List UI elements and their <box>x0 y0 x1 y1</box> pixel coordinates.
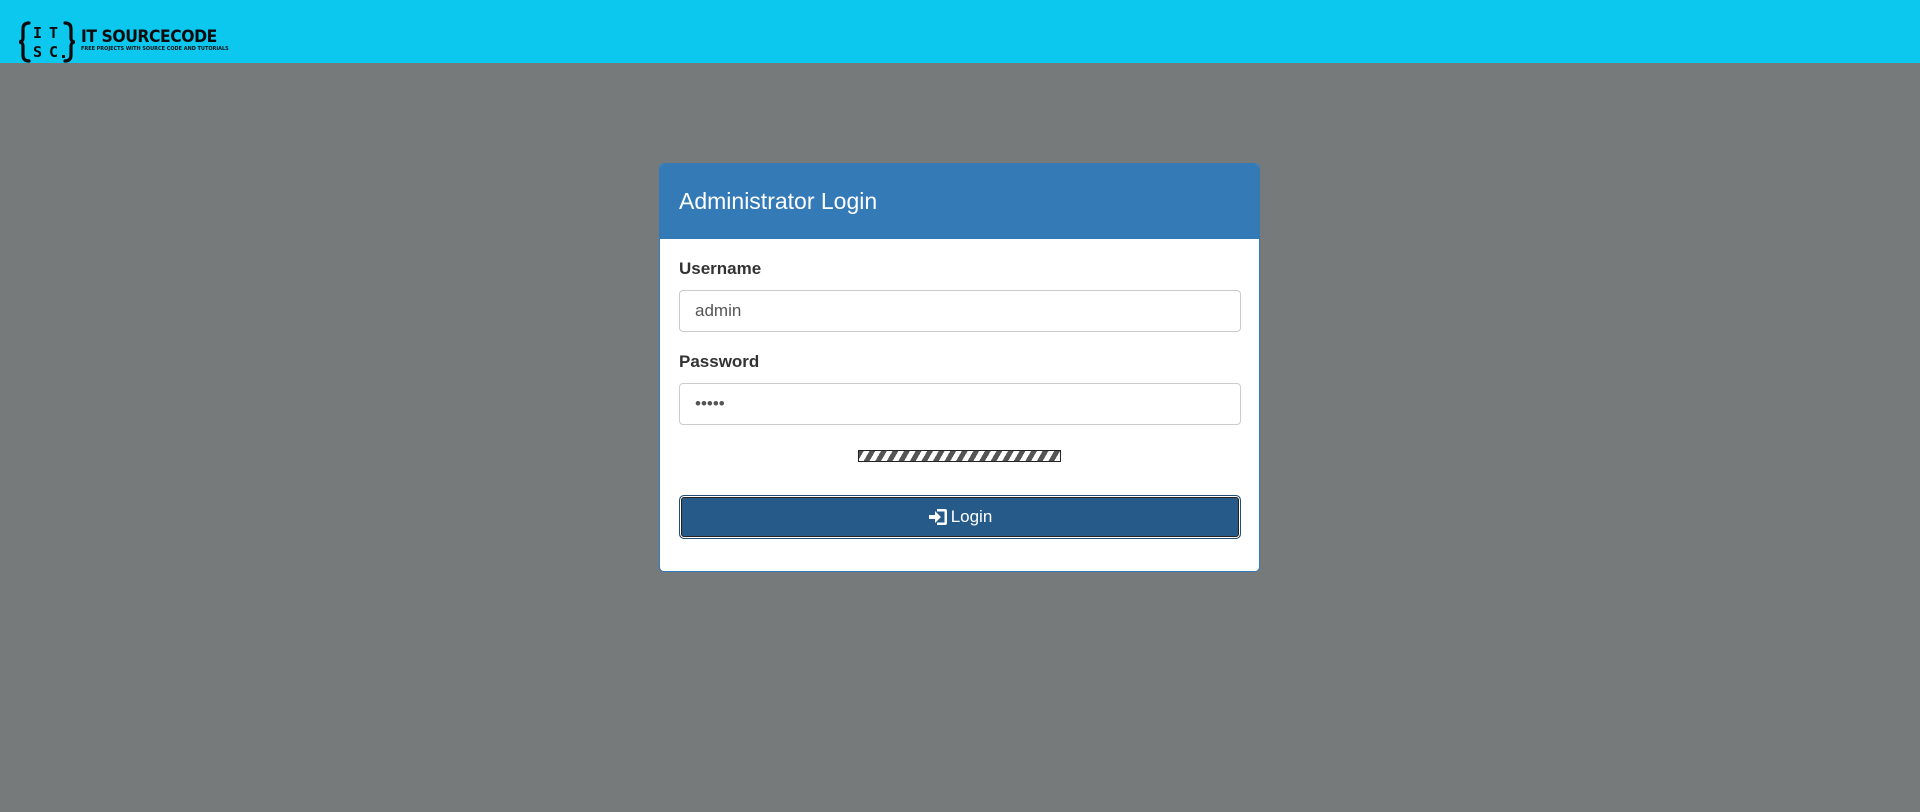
login-button[interactable]: Login <box>679 495 1241 539</box>
password-label: Password <box>679 352 760 371</box>
logo-mark-icon: I T S C <box>19 21 75 63</box>
loading-progress-bar <box>858 450 1061 462</box>
login-icon <box>928 509 947 525</box>
brand-subtitle: FREE PROJECTS WITH SOURCE CODE AND TUTOR… <box>81 46 229 52</box>
logo-letter-i: I <box>33 24 42 42</box>
panel-heading: Administrator Login <box>660 164 1259 239</box>
password-input[interactable] <box>679 383 1241 425</box>
logo-letter-c: C <box>49 43 58 61</box>
login-panel: Administrator Login Username Password Lo… <box>659 163 1260 572</box>
username-input[interactable] <box>679 290 1241 332</box>
brand-title: IT SOURCECODE <box>81 27 217 47</box>
site-logo[interactable]: I T S C IT SOURCECODE FREE PROJECTS WITH… <box>19 21 229 65</box>
login-button-label: Login <box>950 507 993 526</box>
panel-title: Administrator Login <box>679 188 878 214</box>
logo-text: IT SOURCECODE FREE PROJECTS WITH SOURCE … <box>81 21 229 53</box>
username-label: Username <box>679 259 762 278</box>
logo-letter-t: T <box>49 24 58 42</box>
top-navbar: I T S C IT SOURCECODE FREE PROJECTS WITH… <box>0 0 1920 63</box>
logo-letter-s: S <box>33 43 42 61</box>
